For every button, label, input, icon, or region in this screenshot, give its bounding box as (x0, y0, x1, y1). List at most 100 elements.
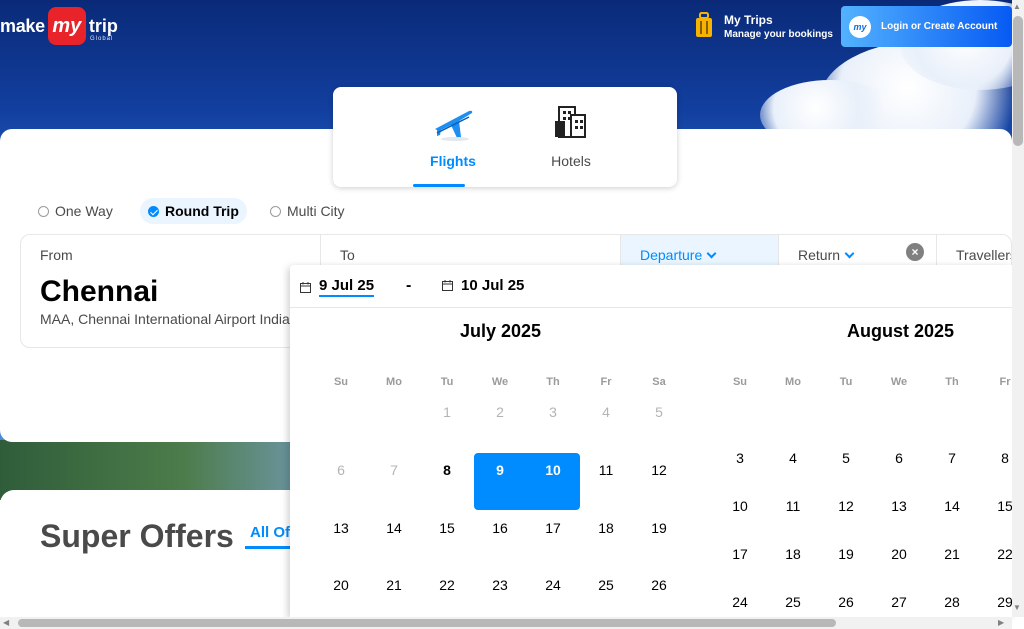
from-field[interactable]: From Chennai MAA, Chennai International … (21, 235, 321, 347)
calendar-day[interactable]: 6 (321, 462, 361, 478)
calendar-day[interactable]: 23 (480, 577, 520, 593)
calendar-day[interactable]: 25 (586, 577, 626, 593)
weekday-header: Sa (652, 376, 666, 388)
calendar-day[interactable]: 8 (985, 450, 1012, 466)
weekday-header: Mo (785, 376, 801, 388)
weekday-header: Th (945, 376, 959, 388)
weekday-header: Fr (600, 376, 612, 388)
hotel-building-icon (555, 106, 586, 138)
calendar-day[interactable]: 5 (826, 450, 866, 466)
calendar-day[interactable]: 10 (533, 462, 573, 478)
scroll-right-arrow-icon[interactable]: ▶ (998, 618, 1004, 627)
tab-hotels[interactable]: Hotels (531, 87, 611, 187)
suitcase-icon (696, 12, 712, 37)
end-date-value: 10 Jul 25 (461, 277, 525, 294)
calendar-day[interactable]: 20 (879, 546, 919, 562)
chevron-down-icon (706, 248, 717, 259)
horizontal-scroll-thumb[interactable] (18, 619, 836, 627)
end-date[interactable]: 10 Jul 25 (442, 277, 524, 294)
airplane-icon (435, 110, 473, 141)
calendar-day[interactable]: 7 (374, 462, 414, 478)
calendar-day[interactable]: 13 (321, 520, 361, 536)
calendar-day[interactable]: 19 (826, 546, 866, 562)
radio-one-way[interactable]: One Way (38, 198, 113, 224)
calendar-day[interactable]: 6 (879, 450, 919, 466)
weekday-header: Su (333, 376, 349, 388)
to-label: To (340, 247, 355, 263)
departure-label: Departure (640, 247, 703, 263)
my-avatar-icon: my (849, 15, 871, 38)
weekday-header: Th (546, 376, 560, 388)
calendar-day[interactable]: 24 (720, 594, 760, 610)
tab-flights[interactable]: Flights (413, 87, 493, 187)
calendar-day[interactable]: 11 (773, 498, 813, 514)
radio-one-way-label: One Way (55, 203, 113, 219)
weekday-header: Mo (386, 376, 402, 388)
calendar-day[interactable]: 15 (427, 520, 467, 536)
start-date-value: 9 Jul 25 (319, 277, 375, 297)
calendar-day[interactable]: 18 (586, 520, 626, 536)
login-button[interactable]: my Login or Create Account (841, 6, 1012, 47)
scroll-left-arrow-icon[interactable]: ◀ (3, 618, 9, 627)
calendar-day[interactable]: 10 (720, 498, 760, 514)
logo-global-text: Global (90, 36, 114, 42)
calendar-day[interactable]: 12 (639, 462, 679, 478)
my-trips-link[interactable]: My Trips Manage your bookings (694, 12, 833, 40)
calendar-day[interactable]: 12 (826, 498, 866, 514)
weekday-header: Su (732, 376, 748, 388)
date-picker: 9 Jul 25 - 10 Jul 25 July 2025 August 20… (290, 265, 1012, 617)
calendar-day[interactable]: 29 (985, 594, 1012, 610)
calendar-day[interactable]: 11 (586, 462, 626, 478)
my-trips-subtitle: Manage your bookings (724, 28, 833, 40)
calendar-day[interactable]: 14 (932, 498, 972, 514)
calendar-day[interactable]: 26 (826, 594, 866, 610)
calendar-day[interactable]: 9 (480, 462, 520, 478)
calendar-day[interactable]: 24 (533, 577, 573, 593)
weekday-header: Tu (839, 376, 853, 388)
vertical-scroll-thumb[interactable] (1013, 16, 1023, 146)
calendar-day[interactable]: 20 (321, 577, 361, 593)
calendar-day[interactable]: 25 (773, 594, 813, 610)
calendar-day[interactable]: 18 (773, 546, 813, 562)
calendar-day[interactable]: 22 (985, 546, 1012, 562)
calendar-day[interactable]: 27 (879, 594, 919, 610)
tab-flights-label: Flights (430, 153, 476, 169)
tab-hotels-label: Hotels (551, 153, 591, 169)
start-date[interactable]: 9 Jul 25 (300, 277, 375, 297)
weekday-header: Fr (999, 376, 1011, 388)
login-label: Login or Create Account (881, 21, 998, 32)
calendar-day[interactable]: 4 (586, 404, 626, 420)
calendar-day[interactable]: 2 (480, 404, 520, 420)
scroll-up-arrow-icon[interactable]: ▲ (1013, 2, 1021, 11)
radio-round-trip[interactable]: Round Trip (140, 198, 247, 224)
calendar-day[interactable]: 26 (639, 577, 679, 593)
calendar-day[interactable]: 22 (427, 577, 467, 593)
calendar-day[interactable]: 5 (639, 404, 679, 420)
calendar-day[interactable]: 21 (932, 546, 972, 562)
calendar-day[interactable]: 3 (533, 404, 573, 420)
makemytrip-logo[interactable]: make my trip Global (0, 6, 118, 46)
calendar-day[interactable]: 21 (374, 577, 414, 593)
scroll-down-arrow-icon[interactable]: ▼ (1013, 603, 1021, 612)
from-airport: MAA, Chennai International Airport India (40, 311, 290, 327)
calendar-day[interactable]: 4 (773, 450, 813, 466)
offers-tab-all[interactable]: All Offers (245, 521, 293, 549)
calendar-day[interactable]: 8 (427, 462, 467, 478)
calendar-day[interactable]: 1 (427, 404, 467, 420)
calendar-day[interactable]: 28 (932, 594, 972, 610)
calendar-day[interactable]: 14 (374, 520, 414, 536)
radio-multi-city[interactable]: Multi City (270, 198, 345, 224)
calendar-day[interactable]: 13 (879, 498, 919, 514)
calendar-day[interactable]: 17 (720, 546, 760, 562)
weekday-header: We (890, 376, 908, 388)
logo-trip-text: trip (88, 15, 118, 36)
calendar-day[interactable]: 17 (533, 520, 573, 536)
calendar-day[interactable]: 19 (639, 520, 679, 536)
calendar-day[interactable]: 15 (985, 498, 1012, 514)
clear-return-icon[interactable]: × (906, 243, 924, 261)
calendar-day[interactable]: 7 (932, 450, 972, 466)
calendar-day[interactable]: 3 (720, 450, 760, 466)
travellers-label: Travellers (956, 247, 1011, 263)
date-separator: - (406, 277, 412, 294)
calendar-day[interactable]: 16 (480, 520, 520, 536)
